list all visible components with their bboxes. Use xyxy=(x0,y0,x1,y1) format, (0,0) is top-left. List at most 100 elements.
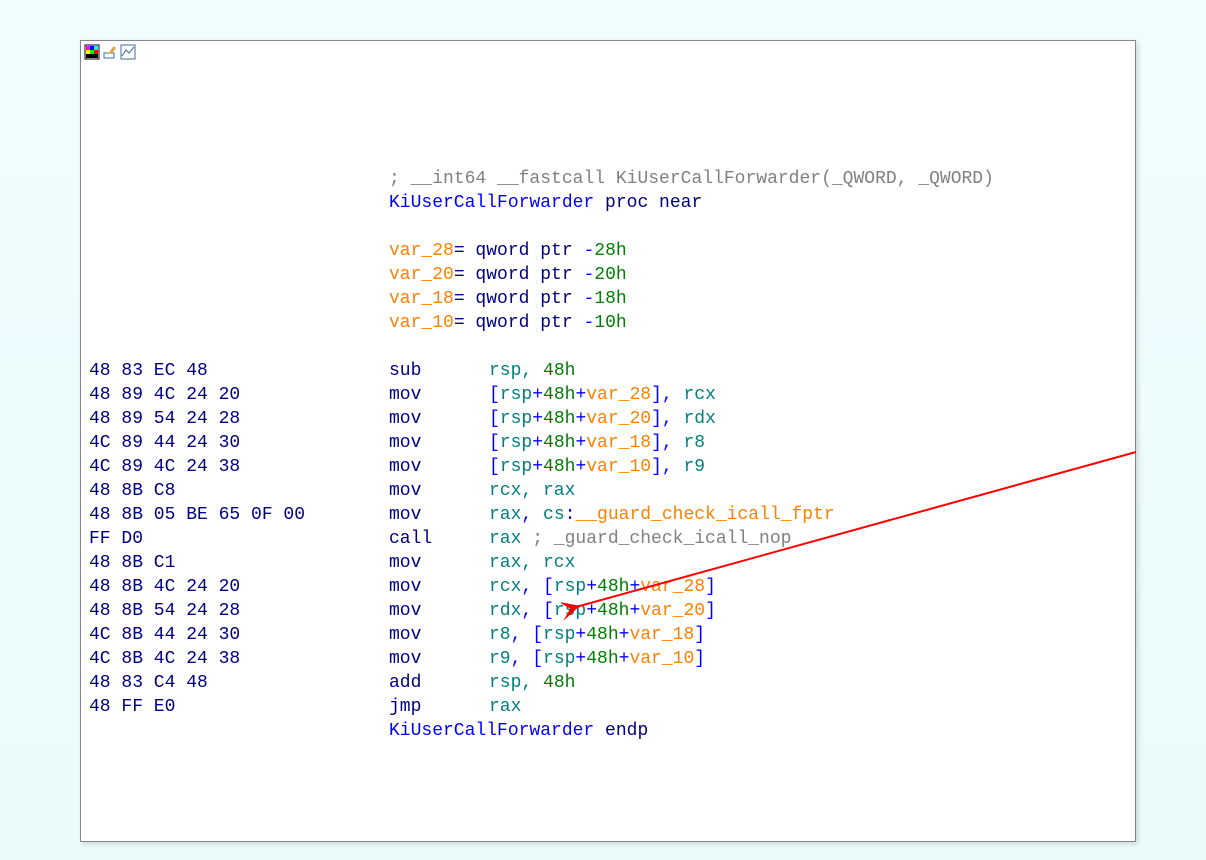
operand[interactable]: + xyxy=(575,625,586,645)
operand[interactable]: rax xyxy=(489,505,521,525)
operand[interactable]: , [ xyxy=(511,649,543,669)
operand[interactable]: ], xyxy=(651,457,683,477)
operand[interactable]: + xyxy=(619,625,630,645)
operand[interactable]: rcx, rax xyxy=(489,481,575,501)
operand[interactable]: + xyxy=(575,457,586,477)
disassembly-listing[interactable]: ; __int64 __fastcall KiUserCallForwarder… xyxy=(89,71,1127,833)
operand[interactable]: 48h xyxy=(543,385,575,405)
operand[interactable]: + xyxy=(575,649,586,669)
operand[interactable]: r9 xyxy=(489,649,511,669)
operand[interactable]: rsp, xyxy=(489,673,543,693)
operand[interactable]: var_10 xyxy=(629,649,694,669)
operand[interactable]: var_18 xyxy=(629,625,694,645)
operand[interactable]: [ xyxy=(489,385,500,405)
operand[interactable]: rdx xyxy=(683,409,715,429)
operand[interactable]: rsp xyxy=(554,601,586,621)
operand[interactable]: 48h xyxy=(586,625,618,645)
operand[interactable]: var_28 xyxy=(640,577,705,597)
mnemonic: mov xyxy=(389,479,489,503)
operand[interactable]: , xyxy=(521,505,543,525)
operand[interactable]: rsp xyxy=(543,649,575,669)
graph-icon[interactable] xyxy=(120,44,136,60)
operand[interactable]: + xyxy=(575,385,586,405)
operand[interactable]: cs xyxy=(543,505,565,525)
operand[interactable]: + xyxy=(586,577,597,597)
var-name[interactable]: var_18 xyxy=(389,289,454,309)
operand[interactable]: rsp xyxy=(543,625,575,645)
operand[interactable]: rsp xyxy=(500,433,532,453)
operand[interactable]: ] xyxy=(705,601,716,621)
operand[interactable]: 48h xyxy=(543,457,575,477)
operand[interactable]: rsp, xyxy=(489,361,543,381)
operand[interactable]: ] xyxy=(694,625,705,645)
operand[interactable]: [ xyxy=(489,409,500,429)
operand[interactable]: : xyxy=(565,505,576,525)
operand[interactable]: ] xyxy=(705,577,716,597)
instruction-bytes: FF D0 xyxy=(89,527,389,551)
operand[interactable]: , [ xyxy=(511,625,543,645)
edit-icon[interactable] xyxy=(102,44,118,60)
code-line: 4C 8B 4C 24 38movr9, [rsp+48h+var_10] xyxy=(89,647,1127,671)
operand[interactable]: rsp xyxy=(500,385,532,405)
operand[interactable]: r9 xyxy=(683,457,705,477)
operand[interactable]: + xyxy=(629,577,640,597)
operand[interactable]: var_10 xyxy=(586,457,651,477)
operand[interactable]: var_28 xyxy=(586,385,651,405)
operand[interactable]: + xyxy=(629,601,640,621)
code-line: 48 83 EC 48subrsp, 48h xyxy=(89,359,1127,383)
operand[interactable]: rcx xyxy=(489,577,521,597)
operand[interactable]: + xyxy=(586,601,597,621)
operand[interactable]: ], xyxy=(651,409,683,429)
operand[interactable]: 48h xyxy=(543,409,575,429)
operand[interactable]: r8 xyxy=(683,433,705,453)
operand[interactable]: + xyxy=(575,433,586,453)
comment-text[interactable]: __int64 __fastcall KiUserCallForwarder(_… xyxy=(411,169,994,189)
operand[interactable]: + xyxy=(619,649,630,669)
operand[interactable]: 48h xyxy=(543,433,575,453)
operand[interactable]: rax xyxy=(489,529,532,549)
operand[interactable]: rcx xyxy=(683,385,715,405)
operand[interactable]: + xyxy=(532,457,543,477)
operand[interactable]: rax, rcx xyxy=(489,553,575,573)
comment[interactable]: ; xyxy=(389,169,411,189)
operand[interactable]: + xyxy=(532,433,543,453)
var-name[interactable]: var_10 xyxy=(389,313,454,333)
operand[interactable]: ], xyxy=(651,385,683,405)
color-picker-icon[interactable] xyxy=(84,44,100,60)
operand[interactable]: 48h xyxy=(597,601,629,621)
proc-name[interactable]: KiUserCallForwarder xyxy=(389,721,605,741)
operand[interactable]: + xyxy=(575,409,586,429)
operand[interactable]: r8 xyxy=(489,625,511,645)
operand[interactable]: rsp xyxy=(500,457,532,477)
operand[interactable]: 48h xyxy=(543,361,575,381)
operand[interactable]: var_20 xyxy=(586,409,651,429)
operand[interactable]: , [ xyxy=(521,601,553,621)
operand[interactable]: __guard_check_icall_fptr xyxy=(575,505,834,525)
operand[interactable]: + xyxy=(532,409,543,429)
operand[interactable]: ; _guard_check_icall_nop xyxy=(532,529,791,549)
operand[interactable]: rdx xyxy=(489,601,521,621)
var-name[interactable]: var_20 xyxy=(389,265,454,285)
proc-keyword[interactable]: proc near xyxy=(605,193,702,213)
operand[interactable]: var_18 xyxy=(586,433,651,453)
var-name[interactable]: var_28 xyxy=(389,241,454,261)
mnemonic: add xyxy=(389,671,489,695)
operand[interactable]: 48h xyxy=(597,577,629,597)
operand[interactable]: , [ xyxy=(521,577,553,597)
endp-keyword[interactable]: endp xyxy=(605,721,648,741)
operand[interactable]: var_20 xyxy=(640,601,705,621)
operand[interactable]: 48h xyxy=(543,673,575,693)
operand[interactable]: rax xyxy=(489,697,521,717)
operand[interactable]: rsp xyxy=(554,577,586,597)
operand[interactable]: ], xyxy=(651,433,683,453)
code-line: var_10= qword ptr -10h xyxy=(89,311,1127,335)
operand[interactable]: ] xyxy=(694,649,705,669)
operand[interactable]: 48h xyxy=(586,649,618,669)
instruction-bytes: 48 8B 54 24 28 xyxy=(89,599,389,623)
operand[interactable]: rsp xyxy=(500,409,532,429)
operand[interactable]: [ xyxy=(489,457,500,477)
mnemonic: mov xyxy=(389,599,489,623)
operand[interactable]: + xyxy=(532,385,543,405)
proc-name[interactable]: KiUserCallForwarder xyxy=(389,193,605,213)
operand[interactable]: [ xyxy=(489,433,500,453)
